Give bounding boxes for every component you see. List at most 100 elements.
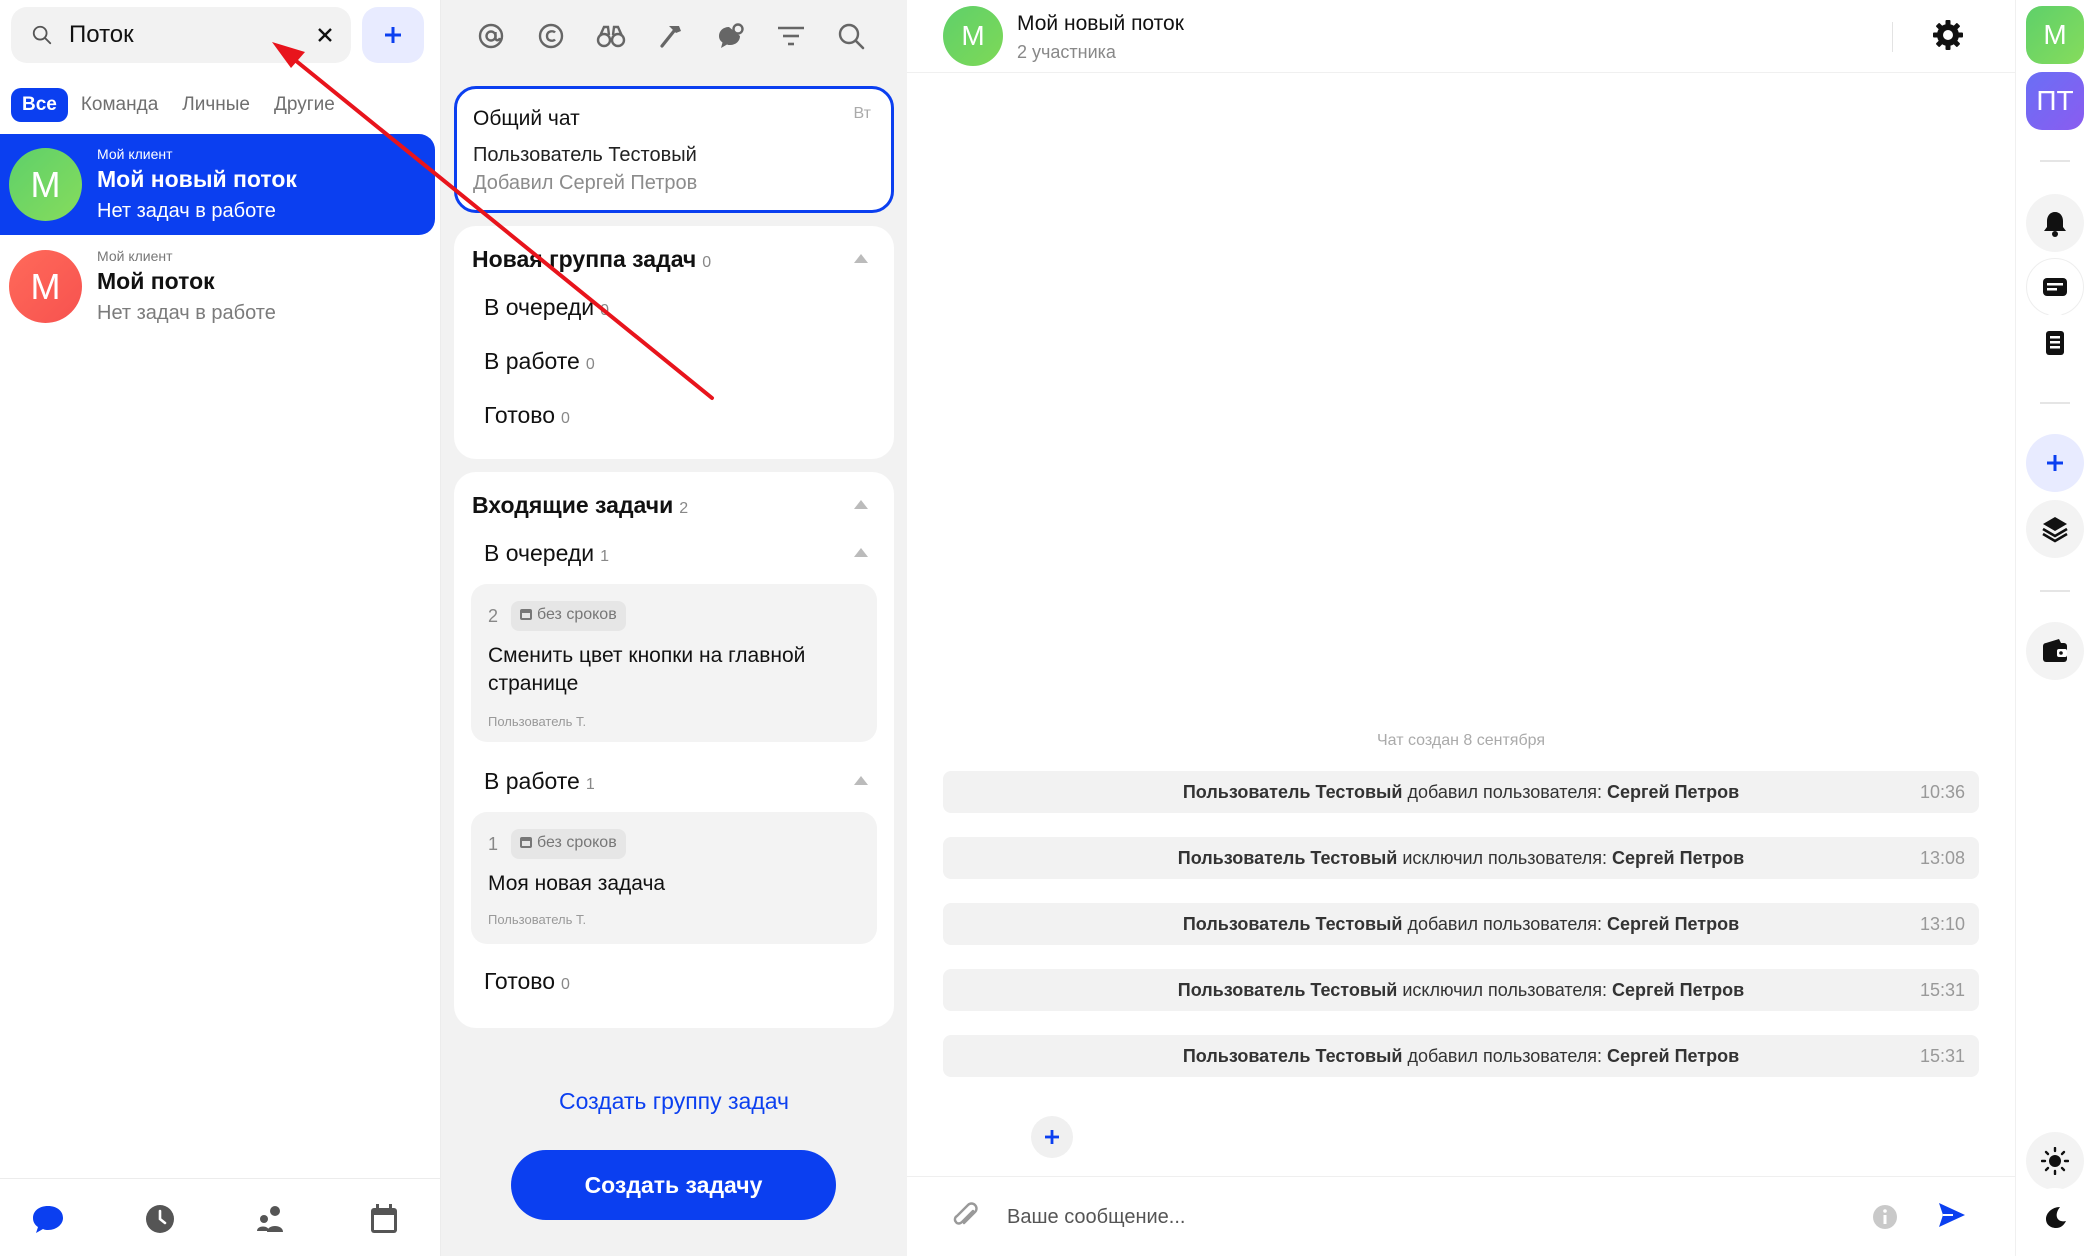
status-in-progress[interactable]: В работе 1	[484, 768, 595, 795]
task-card[interactable]: 2 без сроков Сменить цвет кнопки на глав…	[471, 584, 877, 742]
hammer-icon[interactable]	[653, 18, 689, 54]
status-queue[interactable]: В очереди 1	[484, 540, 609, 567]
chat-card-line2: Добавил Сергей Петров	[473, 172, 698, 194]
task-title: Моя новая задача	[488, 872, 666, 895]
avatar[interactable]: M	[2026, 6, 2084, 64]
users-icon[interactable]	[254, 1201, 290, 1237]
divider	[2040, 160, 2070, 162]
task-group-title[interactable]: Входящие задачи 2	[472, 492, 688, 519]
collapse-caret[interactable]	[854, 548, 868, 557]
task-title: Сменить цвет кнопки на главной странице	[488, 644, 806, 695]
search-input[interactable]	[69, 15, 309, 55]
chat-icon[interactable]	[30, 1201, 66, 1237]
status-done[interactable]: Готово 0	[484, 968, 570, 995]
card-icon	[2042, 276, 2068, 298]
streams-panel: Все Команда Личные Другие M Мой клиент М…	[0, 0, 441, 1256]
collapse-caret[interactable]	[854, 776, 868, 785]
task-group-title[interactable]: Новая группа задач 0	[472, 246, 711, 273]
message-time: 10:36	[1919, 782, 1965, 802]
wallet-icon	[2041, 638, 2069, 664]
task-number: 1	[488, 834, 499, 854]
light-theme-button[interactable]	[2026, 1132, 2084, 1190]
deadline-badge: без сроков	[511, 829, 626, 859]
task-card[interactable]: 1 без сроков Моя новая задача Пользовате…	[471, 812, 877, 944]
search-icon[interactable]	[833, 18, 869, 54]
bottom-nav	[0, 1178, 441, 1256]
moon-icon	[2042, 1204, 2068, 1230]
dark-theme-button[interactable]	[2026, 1188, 2084, 1246]
task-number: 2	[488, 606, 499, 626]
chat-settings-icon[interactable]	[713, 18, 749, 54]
calendar-icon	[520, 837, 532, 848]
system-message: Пользователь Тестовый добавил пользовате…	[943, 1035, 1979, 1077]
status-queue[interactable]: В очереди 0	[484, 294, 609, 321]
cards-button[interactable]	[2026, 258, 2084, 316]
avatar: M	[9, 250, 82, 323]
stream-name: Мой поток	[97, 268, 215, 294]
at-icon[interactable]	[473, 18, 509, 54]
status-done[interactable]: Готово 0	[484, 402, 570, 429]
notifications-button[interactable]	[2026, 194, 2084, 252]
divider	[2040, 590, 2070, 592]
add-attachment-button[interactable]	[1031, 1116, 1073, 1158]
add-button[interactable]	[2026, 434, 2084, 492]
calendar-icon[interactable]	[366, 1201, 402, 1237]
system-message: Пользователь Тестовый добавил пользовате…	[943, 903, 1979, 945]
notebook-icon	[2043, 329, 2067, 357]
copyright-icon[interactable]	[533, 18, 569, 54]
avatar[interactable]: M	[943, 6, 1003, 66]
collapse-caret[interactable]	[854, 254, 868, 263]
calendar-icon	[520, 609, 532, 620]
message-input[interactable]	[1007, 1195, 1767, 1239]
notebook-button[interactable]	[2026, 314, 2084, 372]
send-icon[interactable]	[1937, 1201, 1967, 1229]
stream-client: Мой клиент	[97, 146, 173, 162]
tasks-toolbar	[441, 0, 907, 72]
chat-panel: M Мой новый поток 2 участника Чат создан…	[907, 0, 2015, 1256]
collapse-caret[interactable]	[854, 500, 868, 509]
clock-icon[interactable]	[142, 1201, 178, 1237]
filter-team[interactable]: Команда	[81, 94, 158, 116]
stream-name: Мой новый поток	[97, 166, 297, 192]
close-icon[interactable]	[315, 25, 335, 45]
stream-item[interactable]: M Мой клиент Мой поток Нет задач в работ…	[0, 236, 435, 337]
task-group-new: Новая группа задач 0 В очереди 0 В работе 0…	[454, 226, 894, 459]
task-group-incoming: Входящие задачи 2 В очереди 1 2 без сроков…	[454, 472, 894, 1028]
layers-button[interactable]	[2026, 500, 2084, 558]
binoculars-icon[interactable]	[593, 18, 629, 54]
message-time: 13:08	[1919, 848, 1965, 868]
add-stream-button[interactable]	[362, 7, 424, 63]
create-group-link[interactable]: Создать группу задач	[441, 1088, 907, 1115]
layers-icon	[2041, 515, 2069, 543]
filter-personal[interactable]: Личные	[182, 94, 250, 116]
bell-icon	[2042, 209, 2068, 237]
chat-header: M Мой новый поток 2 участника	[907, 0, 2015, 73]
chat-card-title: Общий чат	[473, 107, 580, 130]
gear-icon[interactable]	[1931, 18, 1965, 52]
chat-title: Мой новый поток	[1017, 12, 1184, 35]
sun-icon	[2041, 1147, 2069, 1175]
user-avatar[interactable]: ПТ	[2026, 72, 2084, 130]
filter-other[interactable]: Другие	[274, 94, 335, 116]
wallet-button[interactable]	[2026, 622, 2084, 680]
stream-item-selected[interactable]: M Мой клиент Мой новый поток Нет задач в…	[0, 134, 435, 235]
stream-status: Нет задач в работе	[97, 200, 276, 222]
system-message: Пользователь Тестовый исключил пользоват…	[943, 969, 1979, 1011]
chat-members[interactable]: 2 участника	[1017, 42, 1116, 63]
paperclip-icon[interactable]	[951, 1201, 981, 1233]
info-icon[interactable]	[1871, 1203, 1899, 1231]
filter-tabs: Все Команда Личные Другие	[11, 88, 359, 122]
status-in-progress[interactable]: В работе 0	[484, 348, 595, 375]
general-chat-card[interactable]: Общий чат Вт Пользователь Тестовый Добав…	[454, 86, 894, 213]
message-composer	[907, 1176, 2015, 1256]
right-rail: M ПТ	[2015, 0, 2090, 1256]
stream-status: Нет задач в работе	[97, 302, 276, 324]
divider	[2040, 402, 2070, 404]
filter-icon[interactable]	[773, 18, 809, 54]
tasks-panel: Общий чат Вт Пользователь Тестовый Добав…	[441, 0, 907, 1256]
filter-all[interactable]: Все	[11, 88, 68, 122]
search-box[interactable]	[11, 7, 351, 63]
task-author: Пользователь Т.	[488, 714, 587, 729]
chat-card-line1: Пользователь Тестовый	[473, 144, 697, 166]
create-task-button[interactable]: Создать задачу	[511, 1150, 836, 1220]
